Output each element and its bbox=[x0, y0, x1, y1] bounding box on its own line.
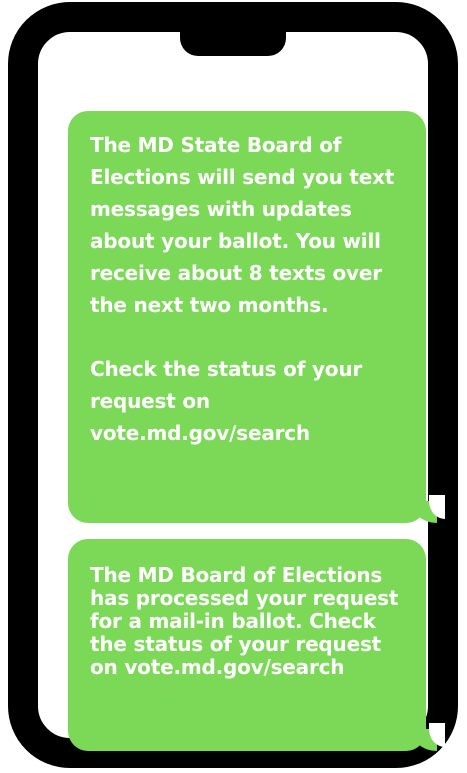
phone-notch bbox=[180, 30, 286, 56]
message-bubble-2: The MD Board of Elections has processed … bbox=[68, 539, 445, 751]
message-tail bbox=[411, 495, 445, 523]
message-1-paragraph-2: Check the status of your request on vote… bbox=[90, 357, 363, 445]
message-1-paragraph-1: The MD State Board of Elections will sen… bbox=[90, 133, 395, 317]
phone-frame: The MD State Board of Elections will sen… bbox=[8, 2, 458, 768]
message-tail bbox=[411, 723, 445, 751]
message-bubble-1: The MD State Board of Elections will sen… bbox=[68, 111, 445, 523]
message-2-text: The MD Board of Elections has processed … bbox=[90, 563, 399, 679]
